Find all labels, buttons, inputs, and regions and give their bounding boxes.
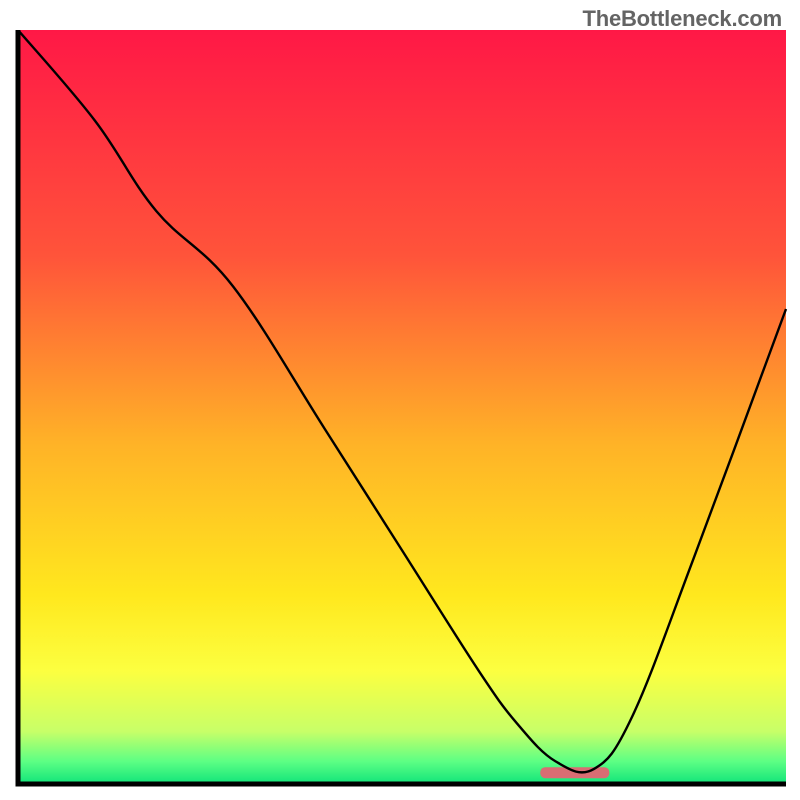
optimal-range-marker	[540, 767, 609, 778]
gradient-background	[18, 30, 786, 784]
plot-area	[12, 30, 788, 790]
watermark-text: TheBottleneck.com	[582, 6, 782, 32]
chart-svg	[12, 30, 788, 790]
chart-container: TheBottleneck.com	[0, 0, 800, 800]
